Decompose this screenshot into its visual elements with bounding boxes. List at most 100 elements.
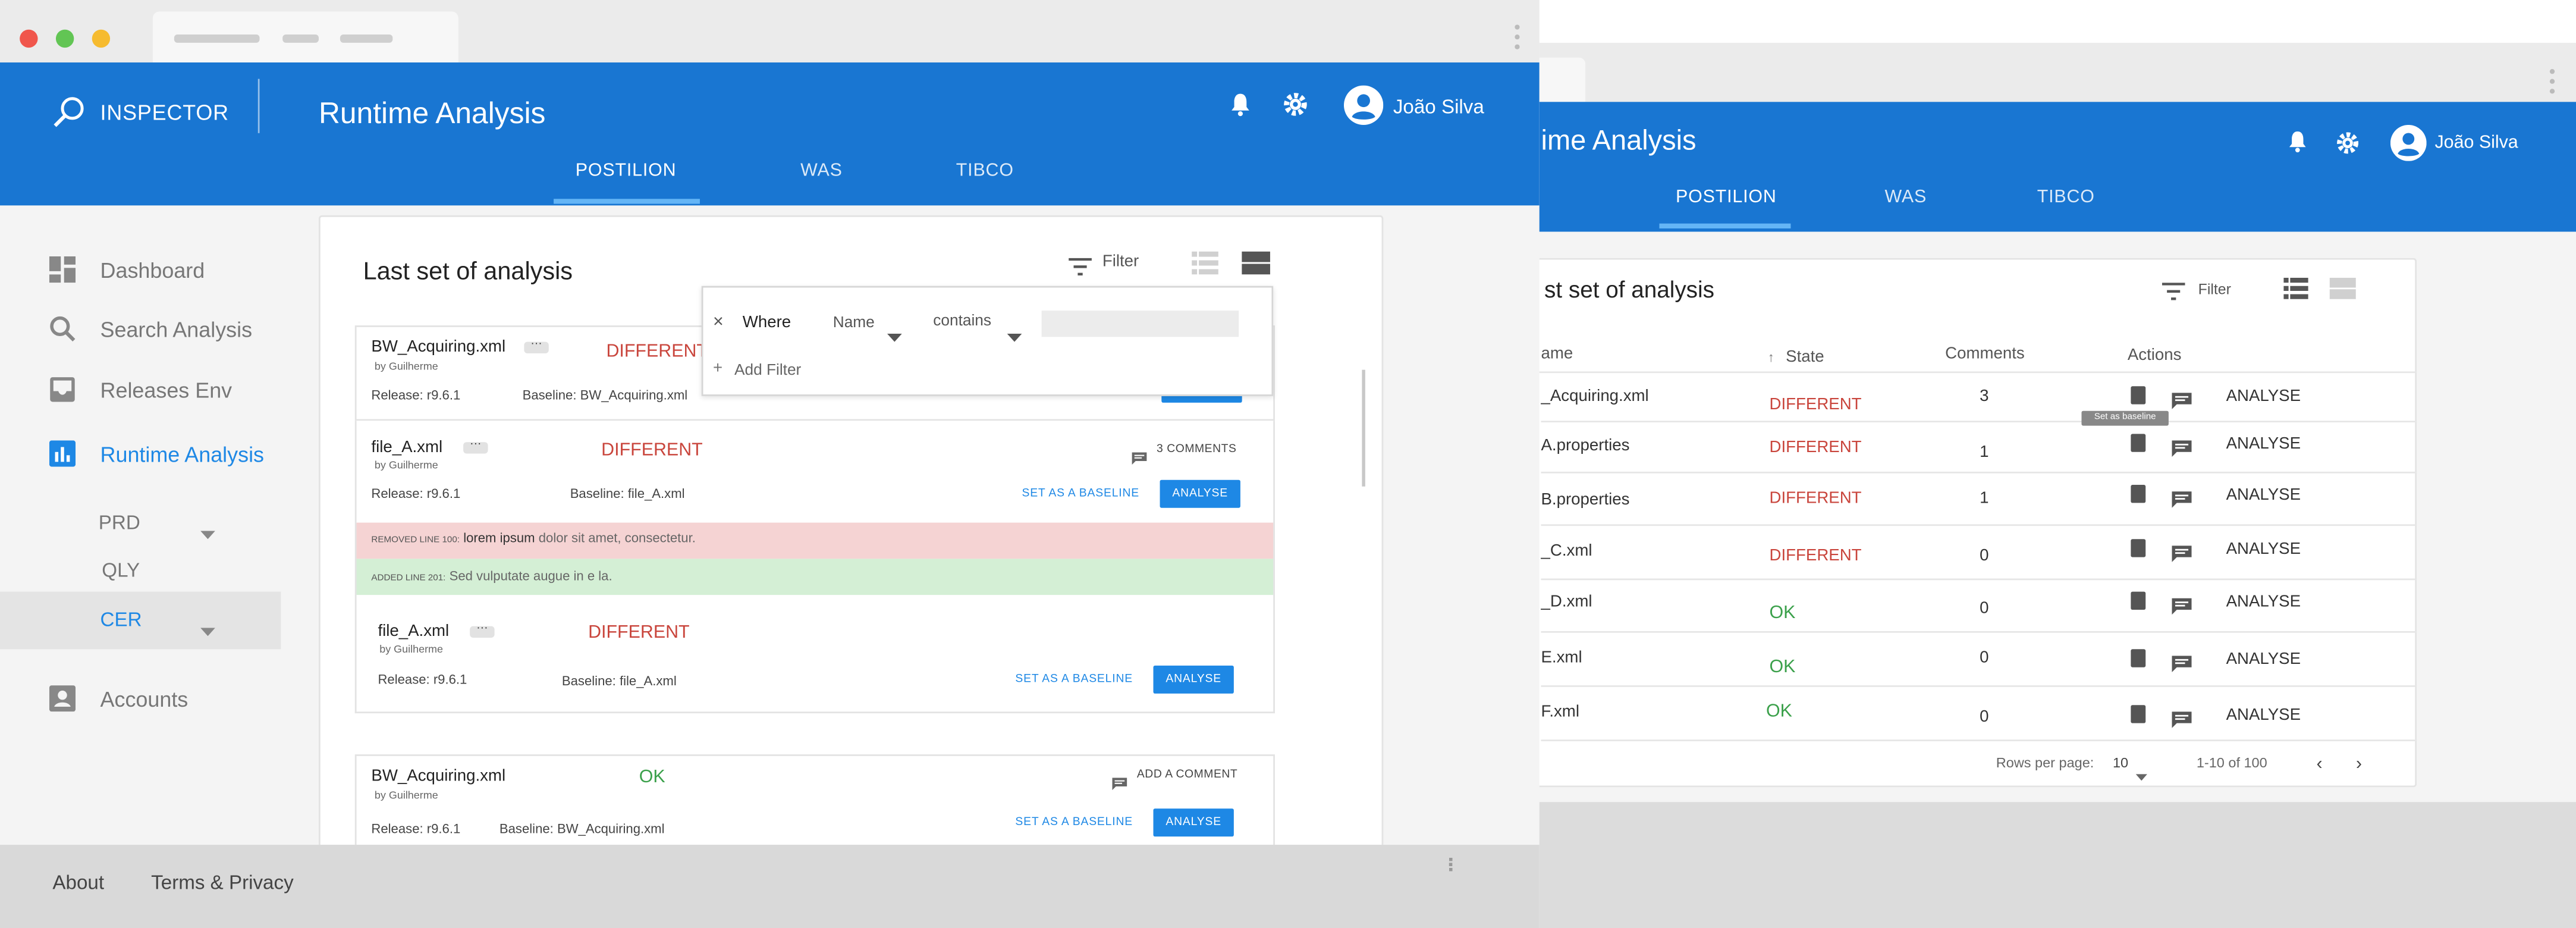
add-filter-plus-icon[interactable]: +	[713, 360, 722, 378]
card-scrollbar[interactable]	[1362, 369, 1365, 487]
sidebar-sub-prd[interactable]: PRD	[99, 511, 140, 534]
row-name[interactable]: E.xml	[1541, 649, 1582, 667]
sidebar-item-accounts[interactable]: Accounts	[49, 681, 188, 717]
tab-tibco[interactable]: TIBCO	[948, 161, 1022, 181]
comment-icon[interactable]	[2172, 388, 2192, 409]
set-baseline-icon[interactable]	[2131, 705, 2146, 723]
set-baseline-icon[interactable]	[2131, 539, 2146, 557]
set-baseline-icon[interactable]	[2131, 591, 2146, 610]
comment-icon[interactable]	[2172, 541, 2192, 562]
back-tab-was[interactable]: WAS	[1873, 187, 1939, 207]
set-baseline-icon[interactable]	[2131, 485, 2146, 503]
remove-filter-icon[interactable]: ×	[713, 312, 724, 332]
field-chevron-down-icon[interactable]	[887, 321, 902, 350]
next-page-icon[interactable]: ›	[2356, 754, 2362, 774]
back-tab-postilion[interactable]: POSTILION	[1676, 187, 1776, 207]
set-as-baseline-button[interactable]: SET AS A BASELINE	[1015, 817, 1133, 828]
analyse-action[interactable]: ANALYSE	[2226, 707, 2301, 725]
set-baseline-icon[interactable]	[2131, 649, 2146, 667]
comment-icon[interactable]	[2172, 435, 2192, 457]
row-name[interactable]: _Acquiring.xml	[1541, 388, 1649, 406]
back-gear-icon[interactable]	[2336, 131, 2360, 162]
comment-icon[interactable]	[2172, 487, 2192, 508]
item-name[interactable]: file_A.xml	[371, 439, 442, 457]
row-name[interactable]: A.properties	[1541, 437, 1630, 455]
analyse-button[interactable]: ANALYSE	[1153, 665, 1234, 694]
set-baseline-icon[interactable]	[2131, 434, 2146, 452]
rows-per-page-select[interactable]: 10	[2113, 754, 2128, 771]
analyse-button[interactable]: ANALYSE	[1153, 808, 1234, 837]
filter-label[interactable]: Filter	[1102, 253, 1139, 271]
sidebar-item-search-analysis[interactable]: Search Analysis	[49, 311, 252, 347]
front-window-menu-icon[interactable]	[1515, 24, 1520, 54]
add-filter-link[interactable]: Add Filter	[734, 362, 801, 380]
back-filter-label[interactable]: Filter	[2198, 281, 2231, 297]
back-tab-tibco[interactable]: TIBCO	[2029, 187, 2103, 207]
comment-icon[interactable]	[1132, 444, 1147, 474]
sidebar-sub-cer[interactable]: CER	[100, 608, 142, 631]
analyse-action[interactable]: ANALYSE	[2226, 388, 2301, 406]
th-state[interactable]: State	[1786, 349, 1824, 366]
set-as-baseline-button[interactable]: SET AS A BASELINE	[1015, 674, 1133, 685]
row-name[interactable]: _D.xml	[1541, 593, 1592, 611]
user-name[interactable]: João Silva	[1393, 95, 1484, 118]
card-view-icon[interactable]	[1240, 251, 1271, 283]
comment-icon[interactable]	[2172, 593, 2192, 615]
back-avatar[interactable]	[2390, 124, 2427, 170]
footer-about-link[interactable]: About	[52, 871, 104, 894]
comment-icon[interactable]	[2172, 651, 2192, 672]
filter-icon[interactable]	[1068, 255, 1092, 284]
avatar[interactable]	[1343, 85, 1384, 133]
analyse-action[interactable]: ANALYSE	[2226, 541, 2301, 559]
analyse-button[interactable]: ANALYSE	[1160, 479, 1240, 508]
sidebar-item-runtime-analysis[interactable]: Runtime Analysis	[49, 435, 264, 472]
tab-postilion[interactable]: POSTILION	[568, 161, 683, 181]
list-view-icon[interactable]	[1191, 251, 1219, 283]
comment-icon[interactable]	[1112, 769, 1127, 799]
comment-icon[interactable]	[2172, 707, 2192, 728]
sidebar-item-dashboard[interactable]: Dashboard	[49, 252, 205, 288]
row-name[interactable]: B.properties	[1541, 491, 1630, 509]
item-name[interactable]: BW_Acquiring.xml	[371, 338, 505, 356]
more-options-icon[interactable]: ···	[463, 439, 488, 454]
th-name[interactable]: ame	[1541, 345, 1573, 363]
tab-was[interactable]: WAS	[788, 161, 855, 181]
filter-value-input[interactable]	[1041, 311, 1239, 337]
rows-per-page-dropdown-icon[interactable]	[2135, 759, 2147, 789]
add-comment-link[interactable]: ADD A COMMENT	[1137, 769, 1237, 780]
set-baseline-icon[interactable]	[2131, 386, 2146, 405]
prev-page-icon[interactable]: ‹	[2317, 754, 2323, 774]
sidebar-item-releases-env[interactable]: Releases Env	[49, 371, 232, 407]
gear-icon[interactable]	[1283, 92, 1308, 125]
analyse-action[interactable]: ANALYSE	[2226, 593, 2301, 611]
row-name[interactable]: _C.xml	[1541, 543, 1592, 560]
back-user-name[interactable]: João Silva	[2434, 133, 2518, 153]
close-window-icon[interactable]	[20, 29, 38, 48]
back-card-view-icon[interactable]	[2329, 277, 2356, 308]
back-bell-icon[interactable]	[2287, 130, 2308, 161]
sort-arrow-icon[interactable]: ↑	[1768, 350, 1774, 365]
set-as-baseline-button[interactable]: SET AS A BASELINE	[1022, 488, 1139, 500]
maximize-window-icon[interactable]	[55, 29, 74, 48]
footer-terms-link[interactable]: Terms & Privacy	[151, 871, 294, 894]
more-options-icon[interactable]: ···	[470, 623, 495, 638]
back-window-menu-icon[interactable]	[2549, 69, 2555, 99]
item-name[interactable]: file_A.xml	[378, 623, 449, 641]
row-name[interactable]: F.xml	[1541, 703, 1579, 721]
operator-chevron-down-icon[interactable]	[1007, 321, 1022, 350]
prd-chevron-down-icon[interactable]	[200, 518, 215, 547]
filter-operator-select[interactable]: contains	[933, 312, 991, 330]
comments-count[interactable]: 3 COMMENTS	[1157, 444, 1236, 455]
filter-field-select[interactable]: Name	[833, 314, 875, 332]
minimize-window-icon[interactable]	[92, 29, 111, 48]
analyse-action[interactable]: ANALYSE	[2226, 435, 2301, 453]
back-list-view-icon[interactable]	[2283, 277, 2308, 308]
back-filter-icon[interactable]	[2162, 280, 2185, 309]
analyse-action[interactable]: ANALYSE	[2226, 487, 2301, 504]
bell-icon[interactable]	[1229, 92, 1252, 125]
item-name[interactable]: BW_Acquiring.xml	[371, 767, 505, 785]
analyse-action[interactable]: ANALYSE	[2226, 651, 2301, 669]
more-options-icon[interactable]: ···	[524, 338, 549, 354]
cer-chevron-down-icon[interactable]	[200, 615, 215, 644]
sidebar-sub-qly[interactable]: QLY	[102, 559, 140, 582]
